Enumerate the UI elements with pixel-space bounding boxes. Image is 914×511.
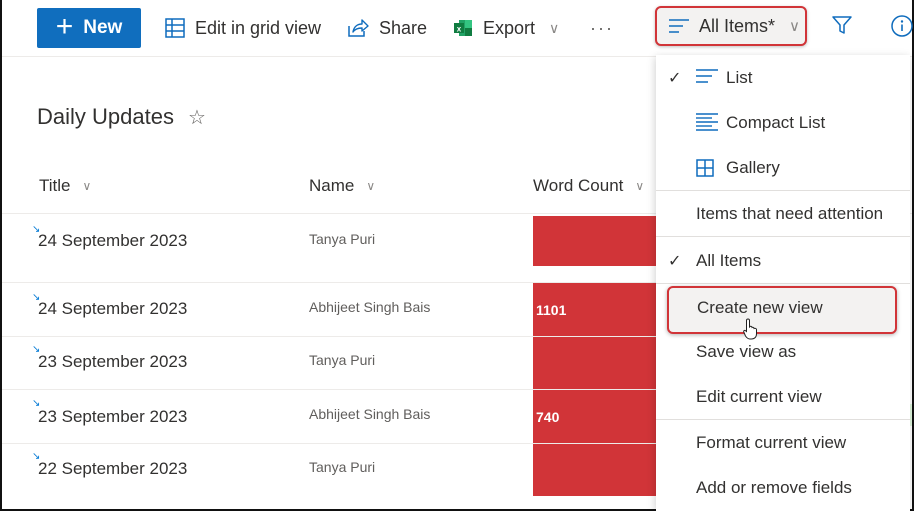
svg-text:x: x bbox=[457, 25, 462, 34]
cell-title[interactable]: 24 September 2023 bbox=[38, 231, 187, 251]
chevron-down-icon: ∨ bbox=[635, 179, 645, 193]
menu-item-label: Add or remove fields bbox=[696, 478, 852, 497]
menu-divider bbox=[656, 283, 910, 284]
list-icon bbox=[696, 69, 718, 83]
menu-item-label: Items that need attention bbox=[696, 204, 884, 223]
list-lines-icon bbox=[669, 19, 689, 33]
menu-item-label: All Items bbox=[696, 251, 762, 270]
menu-item-label: Compact List bbox=[726, 113, 826, 132]
column-header-label: Name bbox=[309, 176, 355, 195]
gallery-icon bbox=[696, 159, 714, 177]
list-title: Daily Updates ☆ bbox=[37, 104, 206, 130]
view-selector-button[interactable]: All Items* ∨ bbox=[655, 6, 807, 46]
menu-item-create-new-view[interactable]: Create new view bbox=[667, 286, 897, 334]
filter-icon bbox=[832, 16, 852, 34]
export-label: Export bbox=[483, 17, 536, 38]
menu-divider bbox=[656, 190, 910, 191]
menu-item-label: Gallery bbox=[726, 158, 780, 177]
menu-item-add-or-remove-fields[interactable]: Add or remove fields bbox=[656, 468, 910, 508]
menu-item-label: Save view as bbox=[696, 342, 797, 361]
info-icon bbox=[891, 15, 913, 37]
edit-in-grid-view-button[interactable]: Edit in grid view bbox=[165, 8, 321, 48]
cell-word-count: 1101 bbox=[533, 283, 657, 336]
cell-title[interactable]: 23 September 2023 bbox=[38, 407, 187, 427]
menu-item-gallery-layout[interactable]: Gallery bbox=[656, 148, 910, 188]
column-header-label: Title bbox=[39, 176, 71, 195]
table-row[interactable]: ↘ 24 September 2023 Abhijeet Singh Bais … bbox=[2, 283, 657, 337]
more-icon: ··· bbox=[590, 17, 614, 38]
column-header-name[interactable]: Name ∨ bbox=[309, 176, 375, 196]
cell-title[interactable]: 22 September 2023 bbox=[38, 459, 187, 479]
cell-word-count: 740 bbox=[533, 390, 657, 443]
chevron-down-icon: ∨ bbox=[549, 19, 560, 36]
checkmark-icon: ✓ bbox=[668, 70, 682, 87]
table-row[interactable]: ↘ 22 September 2023 Tanya Puri bbox=[2, 444, 657, 496]
table-row[interactable]: ↘ 23 September 2023 Abhijeet Singh Bais … bbox=[2, 390, 657, 444]
share-label: Share bbox=[379, 17, 428, 38]
column-header-title[interactable]: Title ∨ bbox=[39, 176, 91, 196]
list-title-text: Daily Updates bbox=[37, 104, 174, 129]
menu-divider bbox=[656, 236, 910, 237]
menu-item-label: Edit current view bbox=[696, 387, 822, 406]
cell-title[interactable]: 24 September 2023 bbox=[38, 299, 187, 319]
info-button[interactable] bbox=[890, 14, 914, 43]
chevron-down-icon: ∨ bbox=[366, 179, 376, 193]
cell-name: Abhijeet Singh Bais bbox=[309, 406, 431, 422]
cell-word-count bbox=[533, 444, 657, 496]
menu-item-label: Format current view bbox=[696, 433, 847, 452]
new-button[interactable]: + New bbox=[37, 8, 141, 48]
menu-item-format-current-view[interactable]: Format current view bbox=[656, 423, 910, 463]
cell-name: Abhijeet Singh Bais bbox=[309, 299, 431, 315]
edit-in-grid-view-label: Edit in grid view bbox=[195, 17, 322, 38]
menu-item-save-view-as[interactable]: Save view as bbox=[656, 332, 910, 372]
hand-cursor-icon bbox=[743, 318, 757, 340]
menu-item-label: List bbox=[726, 68, 753, 87]
menu-item-compact-list-layout[interactable]: Compact List bbox=[656, 103, 910, 143]
share-button[interactable]: Share bbox=[347, 8, 427, 48]
grid-icon bbox=[165, 18, 185, 38]
menu-item-items-that-need-attention[interactable]: Items that need attention bbox=[656, 194, 910, 234]
menu-item-list-layout[interactable]: ✓ List bbox=[656, 58, 910, 98]
cell-word-count bbox=[533, 216, 657, 266]
menu-item-edit-current-view[interactable]: Edit current view bbox=[656, 377, 910, 417]
menu-divider bbox=[656, 419, 910, 420]
column-header-label: Word Count bbox=[533, 176, 624, 195]
filter-button[interactable] bbox=[831, 14, 853, 41]
column-header-word-count[interactable]: Word Count ∨ bbox=[533, 176, 644, 196]
cell-title[interactable]: 23 September 2023 bbox=[38, 352, 187, 372]
table-row[interactable]: ↘ 23 September 2023 Tanya Puri bbox=[2, 337, 657, 390]
chevron-down-icon: ∨ bbox=[82, 179, 92, 193]
new-button-label: New bbox=[83, 17, 123, 38]
cell-word-count bbox=[533, 337, 657, 389]
cell-name: Tanya Puri bbox=[309, 459, 376, 475]
chevron-down-icon: ∨ bbox=[789, 18, 801, 35]
command-bar: + New Edit in grid view Share x Export ∨… bbox=[2, 0, 914, 57]
more-options-button[interactable]: ··· bbox=[590, 8, 614, 48]
table-row[interactable]: ↘ 24 September 2023 Tanya Puri bbox=[2, 214, 657, 283]
cell-name: Tanya Puri bbox=[309, 352, 376, 368]
export-button[interactable]: x Export ∨ bbox=[453, 8, 559, 48]
menu-item-all-items[interactable]: ✓ All Items bbox=[656, 241, 910, 281]
share-icon bbox=[348, 19, 369, 37]
compact-list-icon bbox=[696, 113, 718, 131]
menu-item-label: Create new view bbox=[697, 298, 823, 317]
plus-icon: + bbox=[55, 9, 74, 43]
excel-icon: x bbox=[454, 20, 472, 36]
view-selector-label: All Items* bbox=[699, 15, 776, 36]
checkmark-icon: ✓ bbox=[668, 253, 682, 270]
star-icon[interactable]: ☆ bbox=[188, 105, 206, 130]
view-options-menu: ✓ List Compact List Gallery Items that n… bbox=[656, 55, 910, 511]
cell-name: Tanya Puri bbox=[309, 231, 376, 247]
